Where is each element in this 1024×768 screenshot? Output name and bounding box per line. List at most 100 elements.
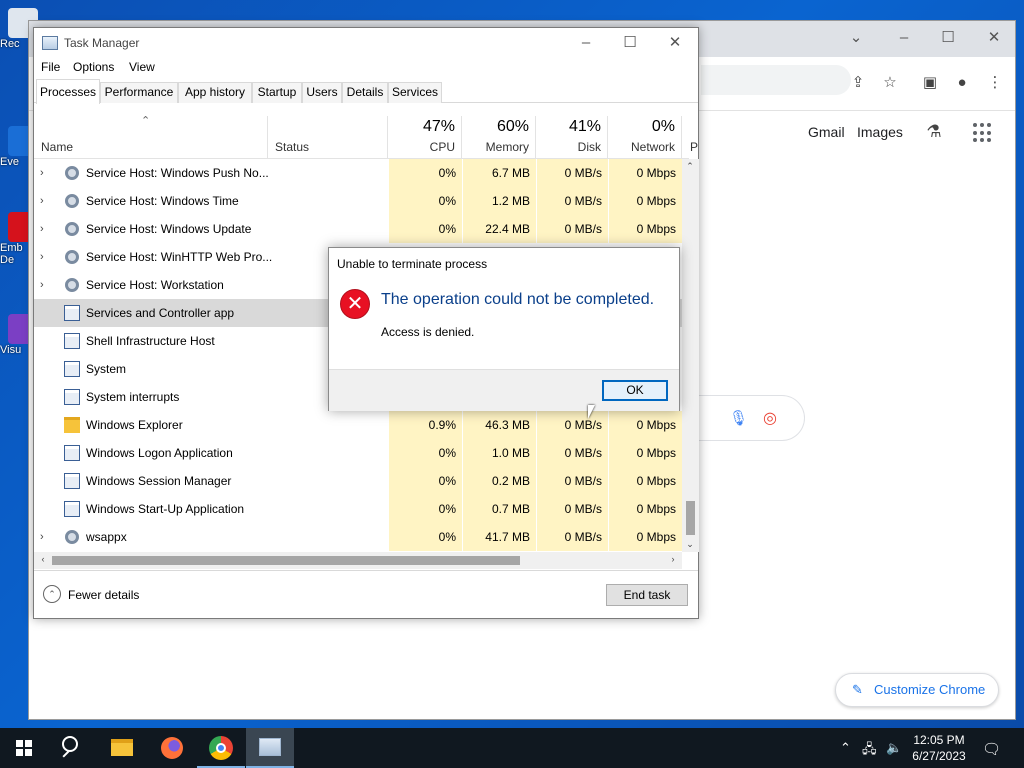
task-manager-icon xyxy=(259,738,281,756)
chevron-right-icon[interactable]: › xyxy=(40,222,52,236)
process-row[interactable]: › Service Host: Windows Push No... 0% 6.7 M… xyxy=(34,159,689,187)
volume-muted-icon[interactable]: 🔈 xyxy=(886,740,902,756)
customize-chrome-button[interactable]: ✎ Customize Chrome xyxy=(835,673,999,707)
column-header-status[interactable]: Status xyxy=(268,116,388,158)
tab-app-history[interactable]: App history xyxy=(178,82,252,103)
process-row[interactable]: Windows Start-Up Application 0% 0.7 MB 0 MB… xyxy=(34,495,689,523)
clock[interactable]: 12:05 PM 6/27/2023 xyxy=(906,732,972,764)
process-row[interactable]: › Service Host: Windows Update 0% 22.4 MB 0 … xyxy=(34,215,689,243)
process-row[interactable]: Windows Session Manager 0% 0.2 MB 0 MB/s 0 M… xyxy=(34,467,689,495)
firefox-icon xyxy=(161,737,183,759)
process-name: Services and Controller app xyxy=(86,306,235,320)
desktop-icon-label: Emb De xyxy=(0,242,23,266)
process-cpu-cell: 0% xyxy=(388,495,462,523)
process-name: wsappx xyxy=(86,530,127,544)
process-disk-cell: 0 MB/s xyxy=(536,159,608,187)
google-search-box[interactable]: 🎙 ◎ xyxy=(699,395,805,441)
windows-logo-icon xyxy=(16,740,32,756)
memory-total: 60% xyxy=(496,118,529,135)
share-icon[interactable]: ⇪ xyxy=(847,72,869,94)
gear-icon xyxy=(65,194,79,208)
process-network-cell: 0 Mbps xyxy=(608,159,682,187)
minimize-icon[interactable]: – xyxy=(889,27,919,49)
fewer-details-link[interactable]: Fewer details xyxy=(68,588,139,602)
microphone-icon[interactable]: 🎙 xyxy=(729,409,748,427)
bookmark-star-icon[interactable]: ☆ xyxy=(879,72,901,94)
menu-options[interactable]: Options xyxy=(73,60,114,74)
tab-details[interactable]: Details xyxy=(342,82,388,103)
horizontal-scrollbar[interactable]: ‹ › xyxy=(34,552,682,569)
taskbar: ⌃ 🖧 🔈 12:05 PM 6/27/2023 🗨 xyxy=(0,728,1024,768)
scroll-thumb[interactable] xyxy=(52,556,520,565)
chevron-down-icon[interactable]: ⌄ xyxy=(841,27,871,49)
task-manager-title-bar[interactable]: Task Manager – ☐ ✕ xyxy=(34,28,698,58)
process-row[interactable]: Windows Logon Application 0% 1.0 MB 0 MB/s 0… xyxy=(34,439,689,467)
start-button[interactable] xyxy=(0,728,48,768)
tab-services[interactable]: Services xyxy=(388,82,442,103)
process-row[interactable]: › Service Host: Windows Time 0% 1.2 MB 0 MB/… xyxy=(34,187,689,215)
ok-button[interactable]: OK xyxy=(602,380,668,401)
chevron-up-icon[interactable]: ⌃ xyxy=(43,585,61,603)
chevron-right-icon[interactable]: › xyxy=(40,166,52,180)
tab-performance[interactable]: Performance xyxy=(100,82,178,103)
chevron-right-icon[interactable]: › xyxy=(40,194,52,208)
process-disk-cell: 0 MB/s xyxy=(536,495,608,523)
vertical-scrollbar[interactable]: ⌃ ⌄ xyxy=(682,159,699,552)
task-manager-icon xyxy=(42,36,58,50)
scroll-thumb[interactable] xyxy=(686,501,695,535)
process-disk-cell: 0 MB/s xyxy=(536,523,608,551)
task-manager-taskbar-button[interactable] xyxy=(246,728,294,768)
column-header-memory[interactable]: 60% Memory xyxy=(462,116,536,158)
column-header-network[interactable]: 0% Network xyxy=(608,116,682,158)
menu-file[interactable]: File xyxy=(41,60,60,74)
more-menu-icon[interactable]: ⋮ xyxy=(984,72,1006,94)
tab-startup[interactable]: Startup xyxy=(252,82,302,103)
column-header-name[interactable]: Name xyxy=(34,116,268,158)
end-task-button[interactable]: End task xyxy=(606,584,688,606)
chevron-right-icon[interactable]: › xyxy=(40,530,52,544)
column-header-cpu[interactable]: 47% CPU xyxy=(388,116,462,158)
scroll-left-icon[interactable]: ‹ xyxy=(36,554,50,564)
scroll-down-icon[interactable]: ⌄ xyxy=(683,539,697,550)
gmail-link[interactable]: Gmail xyxy=(808,124,845,140)
close-icon[interactable]: ✕ xyxy=(652,32,698,54)
scroll-right-icon[interactable]: › xyxy=(666,554,680,564)
menu-view[interactable]: View xyxy=(129,60,155,74)
gear-icon xyxy=(65,278,79,292)
side-panel-icon[interactable]: ▣ xyxy=(919,72,941,94)
labs-flask-icon[interactable]: ⚗ xyxy=(923,121,945,143)
profile-avatar-icon[interactable]: ● xyxy=(951,72,973,94)
disk-total: 41% xyxy=(568,118,601,135)
dialog-main-instruction: The operation could not be completed. xyxy=(381,291,655,308)
process-name: Service Host: Windows Update xyxy=(86,222,252,236)
lens-icon[interactable]: ◎ xyxy=(763,408,777,428)
close-icon[interactable]: ✕ xyxy=(979,27,1009,49)
process-row[interactable]: › wsappx 0% 41.7 MB 0 MB/s 0 Mbps xyxy=(34,523,689,551)
maximize-icon[interactable]: ☐ xyxy=(933,27,963,49)
file-explorer-button[interactable] xyxy=(98,728,146,768)
images-link[interactable]: Images xyxy=(857,124,903,140)
maximize-icon[interactable]: ☐ xyxy=(607,32,653,54)
google-apps-icon[interactable] xyxy=(973,123,993,143)
chevron-right-icon[interactable]: › xyxy=(40,278,52,292)
minimize-icon[interactable]: – xyxy=(563,32,609,54)
chevron-up-icon[interactable]: ⌃ xyxy=(840,740,851,756)
firefox-button[interactable] xyxy=(148,728,196,768)
column-header-power[interactable]: P xyxy=(682,116,699,158)
chevron-right-icon[interactable]: › xyxy=(40,250,52,264)
network-icon[interactable]: 🖧 xyxy=(862,740,877,762)
process-network-cell: 0 Mbps xyxy=(608,215,682,243)
process-cpu-cell: 0% xyxy=(388,467,462,495)
scroll-up-icon[interactable]: ⌃ xyxy=(683,161,697,172)
search-handle xyxy=(62,750,70,758)
column-header-disk[interactable]: 41% Disk xyxy=(536,116,608,158)
window-icon xyxy=(64,501,80,517)
tab-processes[interactable]: Processes xyxy=(36,79,100,104)
chrome-button[interactable] xyxy=(197,728,245,768)
notifications-icon[interactable]: 🗨 xyxy=(982,740,1001,758)
gear-icon xyxy=(65,250,79,264)
address-bar[interactable] xyxy=(701,65,851,95)
tab-users[interactable]: Users xyxy=(302,82,342,103)
search-button[interactable] xyxy=(48,728,96,768)
process-memory-cell: 0.7 MB xyxy=(462,495,536,523)
